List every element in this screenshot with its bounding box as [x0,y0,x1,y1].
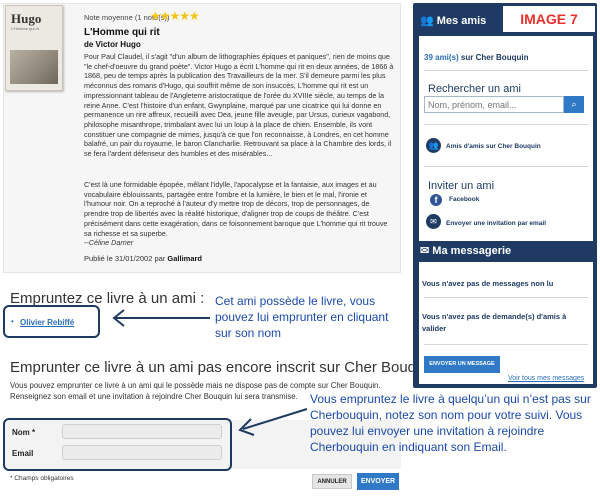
no-messages-text: Vous n'avez pas de messages non lu [422,279,554,288]
name-field[interactable] [62,424,222,439]
send-message-button[interactable]: ENVOYER UN MESSAGE [424,356,500,373]
cover-illustration [10,50,58,84]
arrow-left-icon [112,309,210,327]
friends-header: 👥 Mes amis [420,14,486,27]
send-button[interactable]: ENVOYER [357,473,399,490]
book-title: L'Homme qui rit [84,27,160,38]
book-description-2: C'est là une formidable épopée, mêlant l… [84,180,396,248]
image-tag: IMAGE 7 [501,4,597,34]
friends-of-friends-icon: 👥 [426,138,441,153]
required-note: * Champs obligatoires [10,475,74,482]
all-messages-link[interactable]: Voir tous mes messages [508,375,584,382]
cover-title: Hugo [11,11,42,26]
annotation-unregistered: Vous empruntez le livre à quelqu’un qui … [310,392,591,454]
divider [424,124,588,125]
friends-of-friends-link[interactable]: Amis d'amis sur Cher Bouquin [446,143,541,150]
envelope-icon: ✉ [420,245,430,257]
messages-header: ✉ Ma messagerie [420,244,511,257]
annotation-friend: Cet ami possède le livre, vous pouvez lu… [215,294,389,340]
bullet-icon: • [11,317,14,326]
divider [424,70,588,71]
published-date: Publié le 31/01/2002 par [84,254,166,263]
divider [424,166,588,167]
book-description-1: Pour Paul Claudel, il s'agit "d'un album… [84,52,394,159]
book-description-2-text: C'est là une formidable épopée, mêlant l… [84,180,388,238]
divider [424,297,588,298]
divider [424,344,588,345]
facebook-icon[interactable]: f [430,194,442,206]
book-description-signature: --Céline Darner [84,238,134,248]
messages-header-label: Ma messagerie [432,245,512,257]
rating-stars-icon: ★★★★★ [150,9,200,23]
search-input[interactable] [424,96,564,113]
name-label: Nom * [12,428,36,437]
friends-count-number: 39 ami(s) [424,53,459,62]
borrow-unregistered-title: Emprunter ce livre à un ami pas encore i… [10,359,441,376]
search-icon[interactable]: ⌕ [564,96,584,113]
book-cover[interactable]: Hugo L'Homme qui rit [5,5,63,91]
friends-count[interactable]: 39 ami(s) sur Cher Bouquin [424,53,528,62]
book-author: de Victor Hugo [84,40,141,49]
friends-panel [419,36,593,241]
mail-icon: ✉ [426,214,441,229]
cover-subtitle: L'Homme qui rit [11,26,39,31]
search-friend-title: Rechercher un ami [428,83,521,95]
invite-friend-title: Inviter un ami [428,180,495,192]
friends-header-label: Mes amis [436,15,487,27]
email-label: Email [12,449,34,458]
friends-count-suffix: sur Cher Bouquin [458,53,529,62]
friend-link[interactable]: Olivier Rebiffé [20,318,74,327]
published-line: Publié le 31/01/2002 par Gallimard [84,254,202,263]
no-requests-text: Vous n'avez pas de demande(s) d'amis à v… [422,312,567,333]
cancel-button[interactable]: ANNULER [312,474,352,489]
email-field[interactable] [62,445,222,460]
publisher[interactable]: Gallimard [167,254,202,263]
email-invite-link[interactable]: Envoyer une invitation par email [446,220,546,227]
arrow-left-icon [238,408,308,436]
friends-icon: 👥 [420,15,434,27]
facebook-link[interactable]: Facebook [449,196,479,203]
